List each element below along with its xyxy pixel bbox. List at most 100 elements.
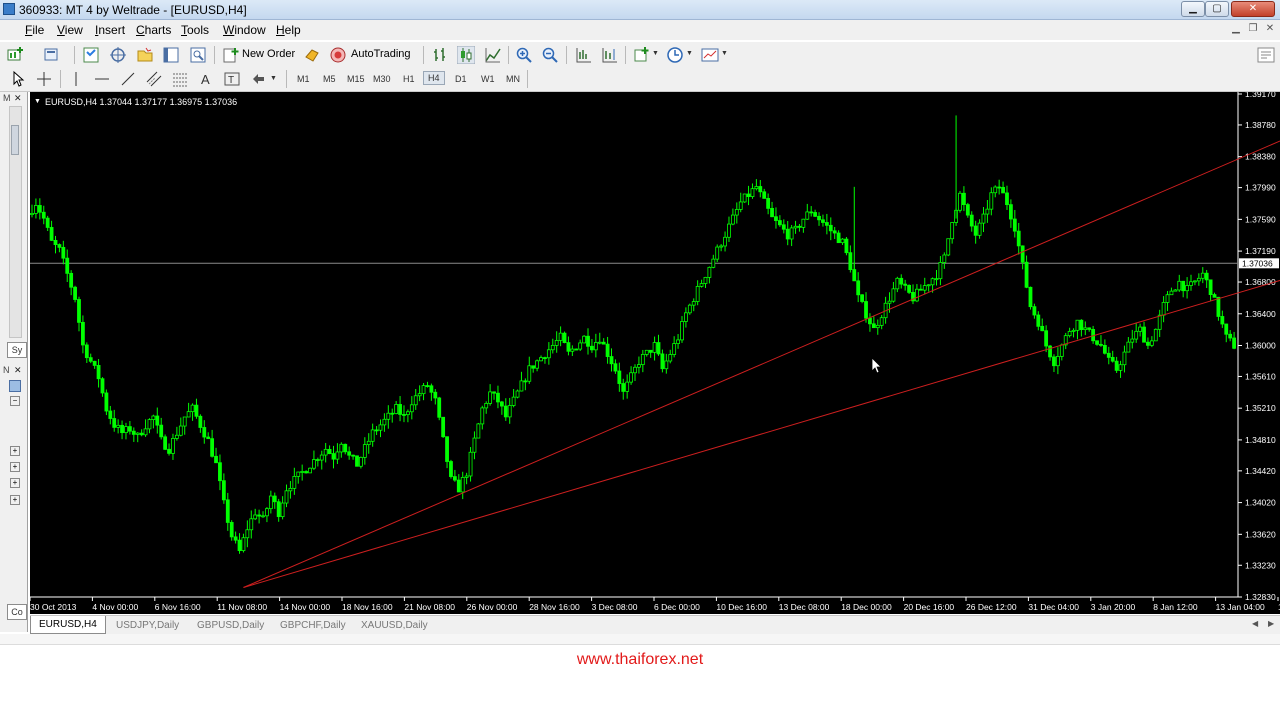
tree-expand-icon[interactable]: + <box>10 446 20 456</box>
panel-menu-icon[interactable]: N <box>3 365 10 375</box>
zoom-out-icon[interactable] <box>541 46 559 64</box>
periods-icon[interactable] <box>666 46 684 64</box>
candle-body <box>695 285 700 302</box>
timeframe-w1[interactable]: W1 <box>481 74 495 84</box>
tree-expand-icon[interactable]: + <box>10 478 20 488</box>
panel-tab-common[interactable]: Co <box>7 604 27 620</box>
candle-body <box>421 385 426 395</box>
tab-usdjpy-daily[interactable]: USDJPY,Daily <box>116 618 179 633</box>
chart-window[interactable]: 1.39170 1.38780 1.38380 1.37990 1.37590 1.371… <box>30 92 1280 614</box>
candle-body <box>813 212 818 217</box>
x-tick-label: 6 Dec 00:00 <box>654 602 700 612</box>
tree-expand-icon[interactable]: + <box>10 495 20 505</box>
mdi-restore-icon[interactable]: ❐ <box>1246 22 1260 36</box>
tree-collapse-icon[interactable]: − <box>10 396 20 406</box>
strategy-tester-icon[interactable] <box>189 46 207 64</box>
bar-chart-icon[interactable] <box>431 46 449 64</box>
menu-window[interactable]: Window <box>223 23 266 37</box>
fibonacci-icon[interactable] <box>171 70 189 88</box>
chart-shift-icon[interactable] <box>600 46 618 64</box>
tree-expand-icon[interactable]: + <box>10 462 20 472</box>
crosshair-nav-icon[interactable] <box>109 46 127 64</box>
arrows-dropdown-icon[interactable]: ▼ <box>270 75 277 82</box>
candle-body <box>1075 319 1080 331</box>
candle-body <box>449 461 453 477</box>
y-tick-label: 1.34020 <box>1245 498 1276 508</box>
equidistant-channel-icon[interactable] <box>145 70 163 88</box>
timeframe-m30[interactable]: M30 <box>373 74 391 84</box>
candlesticks-icon[interactable] <box>457 46 475 64</box>
menu-tools[interactable]: Tools <box>181 23 209 37</box>
panel-close-icon[interactable]: ✕ <box>14 365 22 376</box>
expert-advisors-icon[interactable] <box>303 46 321 64</box>
menu-view[interactable]: View <box>57 23 83 37</box>
candle-body <box>766 197 771 209</box>
horizontal-line-icon[interactable] <box>93 70 111 88</box>
text-icon[interactable]: A <box>197 70 215 88</box>
menu-file[interactable]: File <box>25 23 44 37</box>
timeframe-m1[interactable]: M1 <box>297 74 310 84</box>
community-icon[interactable] <box>1257 46 1275 64</box>
autotrading-button[interactable]: AutoTrading <box>327 45 417 65</box>
timeframe-h1[interactable]: H1 <box>403 74 415 84</box>
candle-body <box>139 432 144 436</box>
tab-eurusd-h4[interactable]: EURUSD,H4 <box>30 616 106 634</box>
close-button[interactable]: ✕ <box>1231 1 1275 17</box>
tab-xauusd-daily[interactable]: XAUUSD,Daily <box>361 618 428 633</box>
tab-gbpusd-daily[interactable]: GBPUSD,Daily <box>197 618 264 633</box>
new-order-button[interactable]: New Order <box>220 45 298 65</box>
candle-body <box>300 471 305 473</box>
trendline-icon[interactable] <box>119 70 137 88</box>
candle-body <box>601 341 606 345</box>
minimize-button[interactable]: ▁ <box>1181 1 1205 17</box>
market-watch-icon[interactable] <box>82 46 100 64</box>
panel-scrollbar[interactable] <box>9 106 22 338</box>
scroll-thumb[interactable] <box>11 125 19 155</box>
cursor-icon[interactable] <box>9 70 27 88</box>
auto-scroll-icon[interactable] <box>574 46 592 64</box>
tree-item-icon[interactable] <box>9 380 21 392</box>
price-chart[interactable]: 1.39170 1.38780 1.38380 1.37990 1.37590 1.371… <box>30 92 1280 614</box>
periods-dropdown-icon[interactable]: ▼ <box>686 50 693 57</box>
panel-menu-icon[interactable]: M <box>3 93 11 103</box>
menu-insert[interactable]: Insert <box>95 23 125 37</box>
templates-dropdown-icon[interactable]: ▼ <box>721 50 728 57</box>
zoom-in-icon[interactable] <box>515 46 533 64</box>
menu-help[interactable]: Help <box>276 23 301 37</box>
timeframe-mn[interactable]: MN <box>506 74 520 84</box>
candle-body <box>214 455 218 464</box>
navigator-icon[interactable] <box>136 46 154 64</box>
mdi-minimize-icon[interactable]: ▁ <box>1229 22 1243 36</box>
panel-close-icon[interactable]: ✕ <box>14 93 22 104</box>
vertical-line-icon[interactable] <box>67 70 85 88</box>
candle-body <box>1118 364 1123 371</box>
timeframe-d1[interactable]: D1 <box>455 74 467 84</box>
candle-body <box>69 272 74 288</box>
tab-scroll-left-icon[interactable]: ◀ <box>1252 619 1258 628</box>
maximize-button[interactable]: ▢ <box>1205 1 1229 17</box>
timeframe-m5[interactable]: M5 <box>323 74 336 84</box>
new-chart-icon[interactable] <box>7 46 25 64</box>
mdi-close-icon[interactable]: ✕ <box>1263 22 1277 36</box>
timeframe-m15[interactable]: M15 <box>347 74 365 84</box>
templates-icon[interactable] <box>701 46 719 64</box>
candle-body <box>515 390 520 398</box>
line-chart-icon[interactable] <box>484 46 502 64</box>
trendline-2 <box>243 279 1280 588</box>
indicators-icon[interactable] <box>633 46 651 64</box>
crosshair-icon[interactable] <box>35 70 53 88</box>
menu-charts[interactable]: Charts <box>136 23 171 37</box>
text-label-icon[interactable]: T <box>223 70 241 88</box>
candle-body <box>323 448 328 456</box>
indicators-dropdown-icon[interactable]: ▼ <box>652 50 659 57</box>
panel-tab-symbols[interactable]: Sy <box>7 342 27 358</box>
profiles-icon[interactable] <box>43 46 61 64</box>
terminal-icon[interactable] <box>162 46 180 64</box>
arrows-icon[interactable] <box>250 70 268 88</box>
timeframe-h4[interactable]: H4 <box>423 71 445 85</box>
tab-gbpchf-daily[interactable]: GBPCHF,Daily <box>280 618 346 633</box>
tab-scroll-right-icon[interactable]: ▶ <box>1268 619 1274 628</box>
candle-body <box>648 349 653 353</box>
x-tick-label: 18 Nov 16:00 <box>342 602 393 612</box>
candle-body <box>899 277 904 285</box>
